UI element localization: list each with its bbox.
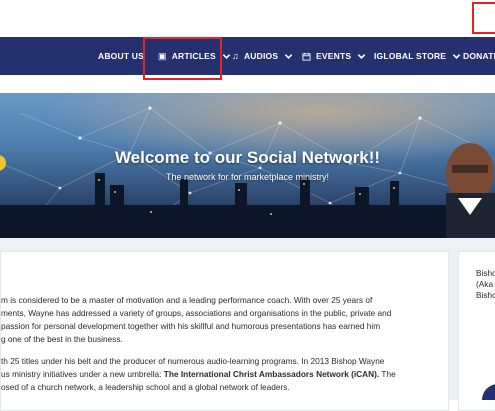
chevron-down-icon [452, 53, 461, 59]
article-card: m is considered to be a master of motiva… [0, 251, 449, 411]
calendar-icon [302, 52, 311, 61]
nav-iglobal-store[interactable]: IGLOBAL STORE [374, 37, 461, 75]
sidebar-line: Bisho [476, 290, 495, 300]
nav-audios[interactable]: ♫ AUDIOS [232, 37, 293, 75]
article-line: m is considered to be a master of motiva… [1, 295, 373, 305]
nav-events-label: EVENTS [316, 51, 352, 61]
chevron-down-icon [222, 53, 231, 59]
ican-name-bold: The International Christ Ambassadors Net… [163, 369, 380, 379]
article-line: passion for personal development togethe… [1, 321, 381, 331]
music-note-icon: ♫ [232, 51, 239, 61]
article-line: osed of a church network, a leadership s… [1, 382, 290, 392]
hero-subtitle: The network for for marketplace ministry… [165, 172, 330, 182]
article-line: us ministry initiatives under a new umbr… [1, 368, 396, 381]
nav-about-us-label: ABOUT US [98, 51, 144, 61]
article-line: th 25 titles under his belt and the prod… [1, 356, 385, 366]
article-line: g one of the best in the business. [1, 334, 123, 344]
nav-donate-label: DONATE [463, 51, 495, 61]
article-line-text: us ministry initiatives under a new umbr… [1, 369, 164, 379]
article-line: ments, Wayne has addressed a variety of … [1, 308, 392, 318]
sidebar-line: (Aka [476, 279, 494, 289]
main-navigation: ABOUT US ▣ ARTICLES ♫ AUDIOS EVENTS IGLO… [0, 37, 495, 75]
nav-events[interactable]: EVENTS [302, 37, 366, 75]
nav-about-us[interactable]: ABOUT US [98, 37, 144, 75]
chevron-down-icon [357, 53, 366, 59]
top-bar [0, 0, 495, 37]
chevron-down-icon [284, 53, 293, 59]
sidebar-image-partial [482, 384, 495, 400]
hero-banner: Welcome to our Social Network!! The netw… [0, 93, 495, 238]
selection-highlight-articles [143, 37, 222, 80]
sidebar-line: Bisho [476, 268, 495, 278]
nav-donate[interactable]: DONATE [463, 37, 495, 75]
nav-iglobal-store-label: IGLOBAL STORE [374, 51, 447, 61]
article-line-tail: The [379, 369, 396, 379]
hero-title: Welcome to our Social Network!! [114, 148, 381, 167]
nav-audios-label: AUDIOS [243, 51, 279, 61]
selection-highlight-top [472, 2, 495, 34]
